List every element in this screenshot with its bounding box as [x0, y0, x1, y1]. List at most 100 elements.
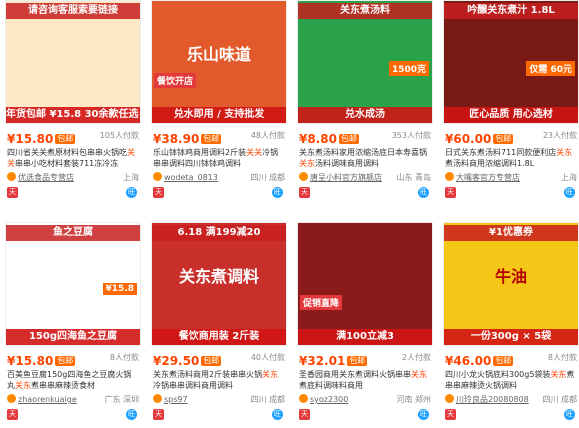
shop-name-link[interactable]: sps97 — [164, 395, 188, 404]
product-card[interactable]: 鱼之豆腐 ¥15.8 150g四海鱼之豆腐 ¥15.80 包邮 8人付款 百美鱼豆腐150g… — [5, 222, 141, 428]
price-row: ¥15.80 包邮 105人付款 — [7, 128, 139, 146]
title-keyword-highlight: 关东 — [299, 159, 315, 168]
product-card[interactable]: ¥1优惠券 牛油 一份300g × 5袋 ¥46.00 包邮 8人付款四川小龙火锅底料30… — [443, 222, 579, 428]
product-image[interactable]: 6.18 满199减20 关东煮调料 餐饮商用装 2斤装 — [151, 222, 287, 346]
price-row: ¥38.90 包邮 48人付款 — [153, 128, 285, 146]
sales-count: 2人付款 — [401, 353, 431, 362]
badge-row: 天旺 — [7, 186, 139, 200]
shop-location: 四川 成都 — [250, 395, 285, 404]
image-top-banner: 吟醸关东煮汁 1.8L — [444, 3, 578, 19]
image-bottom-banner: 兑水成汤 — [298, 107, 432, 123]
title-text-line2: 商用调料 — [201, 381, 233, 390]
title-text-continued: 煮汤料商用浓缩 — [445, 159, 501, 168]
chat-icon[interactable]: 旺 — [564, 409, 575, 420]
chat-icon[interactable]: 旺 — [126, 409, 137, 420]
chat-icon[interactable]: 旺 — [272, 409, 283, 420]
shop-name-link[interactable]: wodeta_0813 — [164, 173, 218, 182]
product-image[interactable]: 鱼之豆腐 ¥15.8 150g四海鱼之豆腐 — [5, 222, 141, 346]
title-text: 日式关东煮汤料711同款便利店 — [445, 148, 557, 157]
sales-count: 8人付款 — [109, 353, 139, 362]
product-image[interactable]: 餐饮开店 乐山味道 兑水即用 / 支持批发 — [151, 0, 287, 124]
chat-icon[interactable]: 旺 — [418, 187, 429, 198]
free-shipping-tag: 包邮 — [493, 134, 514, 144]
product-card[interactable]: 关东煮汤料 1500克 兑水成汤 ¥8.80 包邮 353人付款 关东煮汤料家用浓缩汤底日本… — [297, 0, 433, 206]
free-shipping-tag: 包邮 — [493, 356, 514, 366]
chat-icon[interactable]: 旺 — [418, 409, 429, 420]
product-title-link[interactable]: 关东煮汤料家用浓缩汤底日本寿喜锅关东汤料调味商用调料 — [299, 147, 431, 169]
product-image[interactable]: 关东煮汤料 1500克兑水成汤 — [297, 0, 433, 124]
title-text-line2: 调料1.8L — [501, 159, 535, 168]
chat-icon[interactable]: 旺 — [272, 187, 283, 198]
product-grid: 请咨询客服索要链接年货包邮 ¥15.8 30余款任选 满3件送活动¥15.80包… — [0, 0, 579, 428]
product-price: ¥15.80 — [7, 132, 54, 146]
sales-count: 353人付款 — [391, 131, 431, 140]
shop-row: syoz2300 河南 郑州 — [299, 394, 431, 406]
image-top-banner: 关东煮汤料 — [298, 3, 432, 19]
tmall-badge-icon: 天 — [299, 187, 310, 198]
product-image[interactable]: 请咨询客服索要链接年货包邮 ¥15.8 30余款任选 满3件送活动 — [5, 0, 141, 124]
product-card[interactable]: 吟醸关东煮汁 1.8L 仅需 60元 匠心品质 用心选材 ¥60.00 包邮 23人付款日… — [443, 0, 579, 206]
title-keyword-highlight: 关东 — [411, 370, 427, 379]
product-card[interactable]: 餐饮开店 乐山味道 兑水即用 / 支持批发 ¥38.90 包邮 48人付款 乐山钵钵鸡商用调… — [151, 0, 287, 206]
image-bottom-banner: 餐饮商用装 2斤装 — [152, 329, 286, 345]
product-price: ¥29.50 — [153, 354, 200, 368]
product-title-link[interactable]: 百美鱼豆腐150g四海鱼之豆腐火锅丸关东煮串串麻辣烫食材 — [7, 369, 139, 391]
shop-name-link[interactable]: 大嘴客官方专营店 — [456, 173, 520, 182]
shop-location: 广东 深圳 — [104, 395, 139, 404]
product-title-link[interactable]: 关东煮汤料商用2斤装串串火锅关东冷锅串串调料商用调料 — [153, 369, 285, 391]
product-title-link[interactable]: 四川省关关煮原材料包串串火锅吃关关串串小吃材料套装711冻冷冻 — [7, 147, 139, 169]
product-image[interactable]: 促销直降 满100立减3 — [297, 222, 433, 346]
product-image[interactable]: 吟醸关东煮汁 1.8L 仅需 60元 匠心品质 用心选材 — [443, 0, 579, 124]
title-text-continued: 煮串串麻辣烫 — [31, 381, 79, 390]
badge-row: 天旺 — [445, 186, 577, 200]
shop-icon — [7, 172, 16, 181]
chat-icon[interactable]: 旺 — [126, 187, 137, 198]
image-bottom-banner: 满100立减3 — [298, 329, 432, 345]
shop-location: 四川 成都 — [250, 173, 285, 182]
shop-name-link[interactable]: syoz2300 — [310, 395, 348, 404]
title-text-continued: 煮底料调味料 — [299, 381, 347, 390]
product-title-link[interactable]: 圣香园商用关东煮调料火锅串串关东煮底料调味料商用 — [299, 369, 431, 391]
free-shipping-tag: 包邮 — [347, 356, 368, 366]
image-price-badge: 仅需 60元 — [526, 61, 575, 76]
price-row: ¥46.00 包邮 8人付款 — [445, 350, 577, 368]
title-keyword-highlight: 关东 — [550, 370, 567, 379]
shop-row: wodeta_0813 四川 成都 — [153, 172, 285, 184]
shop-row: 大嘴客官方专营店 上海 — [445, 172, 577, 184]
badge-row: 天旺 — [299, 186, 431, 200]
shop-row: 川玲良品20080808 四川 成都 — [445, 394, 577, 406]
product-title-link[interactable]: 乐山钵钵鸡商用调料2斤装关关冷锅串串调料四川钵钵鸡调料 — [153, 147, 285, 169]
shop-icon — [445, 172, 454, 181]
product-card[interactable]: 6.18 满199减20 关东煮调料 餐饮商用装 2斤装 ¥29.50 包邮 40人付款关… — [151, 222, 287, 428]
shop-row: 唐呈小料官方旗舰店 山东 青岛 — [299, 172, 431, 184]
product-image-background — [298, 223, 432, 345]
shop-location: 山东 青岛 — [396, 173, 431, 182]
product-price: ¥15.80 — [7, 354, 54, 368]
shop-row: sps97 四川 成都 — [153, 394, 285, 406]
product-price: ¥32.01 — [299, 354, 346, 368]
product-title-link[interactable]: 日式关东煮汤料711同款便利店关东煮汤料商用浓缩调料1.8L — [445, 147, 577, 169]
title-text: 关东煮汤料家用浓缩汤底日本寿喜锅 — [299, 148, 427, 157]
shop-name-link[interactable]: 优选食品专营店 — [18, 173, 74, 182]
product-card[interactable]: 促销直降 满100立减3 ¥32.01 包邮 2人付款圣香园商用关东煮调料火锅串串关东煮… — [297, 222, 433, 428]
tmall-badge-icon: 天 — [445, 187, 456, 198]
free-shipping-tag: 包邮 — [201, 356, 222, 366]
image-top-banner: ¥1优惠券 — [444, 225, 578, 241]
sales-count: 40人付款 — [250, 353, 285, 362]
product-image[interactable]: ¥1优惠券 牛油 一份300g × 5袋 — [443, 222, 579, 346]
title-text: 圣香园商用关东煮调料火锅串串 — [299, 370, 411, 379]
product-card[interactable]: 请咨询客服索要链接年货包邮 ¥15.8 30余款任选 满3件送活动 ¥15.80包… — [5, 0, 141, 206]
sales-count: 23人付款 — [542, 131, 577, 140]
product-price: ¥46.00 — [445, 354, 492, 368]
sales-count: 8人付款 — [547, 353, 577, 362]
image-price-badge: 1500克 — [388, 61, 429, 76]
chat-icon[interactable]: 旺 — [564, 187, 575, 198]
shop-icon — [153, 172, 162, 181]
shop-name-link[interactable]: 唐呈小料官方旗舰店 — [310, 173, 382, 182]
shop-name-link[interactable]: zhaorenkuaige — [18, 395, 77, 404]
shop-icon — [299, 394, 308, 403]
shop-name-link[interactable]: 川玲良品20080808 — [456, 395, 529, 404]
product-title-link[interactable]: 四川小龙火锅底料300g5袋装关东煮串串麻辣烫火锅调料 — [445, 369, 577, 391]
image-top-banner: 6.18 满199减20 — [152, 225, 286, 241]
title-keyword-highlight: 关东 — [15, 381, 31, 390]
